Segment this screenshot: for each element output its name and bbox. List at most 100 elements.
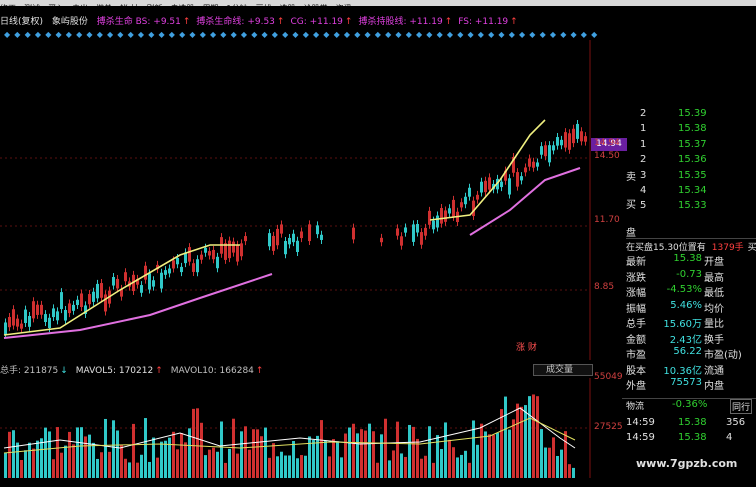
order-side-label: 盘 (626, 228, 636, 239)
candle-body (56, 311, 59, 321)
volume-bar (464, 450, 467, 478)
candle-body (152, 280, 155, 287)
sector-pct: -0.36% (672, 399, 708, 410)
candle-body (80, 293, 83, 308)
stat-value: 10.36亿 (663, 365, 702, 377)
chart-area[interactable]: 日线(复权) 象屿股份 搏杀生命 BS: +9.51 ↑ 搏杀生命线: +9.53 ↑… (0, 6, 620, 487)
candle-body (196, 259, 199, 273)
order-book-price: 15.39 (678, 108, 707, 119)
candle-body (104, 294, 107, 312)
diamond-icon: ◆ (591, 30, 598, 39)
indicator-value: 搏杀持股线: +11.19 ↑ (358, 17, 452, 27)
volume-bar (348, 427, 351, 478)
candle-body (560, 139, 563, 146)
volume-bar (252, 429, 255, 478)
candle-body (100, 283, 103, 298)
volume-bar (240, 431, 243, 478)
diamond-icon: ◆ (24, 30, 31, 39)
candle-body (428, 210, 431, 225)
candle-body (212, 249, 215, 260)
diamond-icon: ◆ (498, 30, 505, 39)
stat-value: 2.43亿 (669, 334, 702, 346)
order-book-row: 5 15.33 (622, 200, 756, 214)
candle-body (500, 181, 503, 188)
volume-bar (132, 423, 135, 478)
volume-bar (236, 453, 239, 478)
diamond-icon: ◆ (271, 30, 278, 39)
candle-body (568, 133, 571, 150)
candle-body (508, 178, 511, 195)
price-axis-label: 11.70 (594, 215, 620, 225)
sector-row[interactable]: 物流 -0.36% 同行 (622, 398, 756, 414)
order-book-level: 2 (640, 154, 647, 166)
volume-bar (308, 436, 311, 478)
candle-body (572, 128, 575, 144)
up-arrow-icon: ↑ (276, 17, 285, 27)
volume-bar (284, 455, 287, 478)
volume-bar (24, 450, 27, 478)
candle-body (532, 161, 535, 168)
stat-value: 15.38 (673, 253, 702, 264)
volume-bar (288, 455, 291, 478)
volume-bar (560, 449, 563, 478)
volume-bar (396, 421, 399, 478)
diamond-icon: ◆ (477, 30, 484, 39)
volume-bar (164, 440, 167, 478)
tick-price: 15.38 (678, 417, 707, 428)
candle-body (584, 136, 587, 142)
candle-body (400, 236, 403, 246)
tick-price: 15.38 (678, 432, 707, 443)
diamond-icon: ◆ (323, 30, 330, 39)
diamond-icon: ◆ (333, 30, 340, 39)
ma10-line (3, 167, 581, 339)
sector-tag[interactable]: 同行 (730, 399, 753, 414)
candle-body (12, 309, 15, 326)
volume-bar (500, 409, 503, 478)
indicator-bar: 日线(复权) 象屿股份 搏杀生命 BS: +9.51 ↑ 搏杀生命线: +9.53 ↑… (0, 14, 620, 28)
diamond-icon: ◆ (580, 30, 587, 39)
volume-bar (456, 457, 459, 478)
order-book-level: 1 (640, 123, 647, 135)
candle-body (24, 309, 27, 324)
candle-body (536, 162, 539, 167)
diamond-icon: ◆ (457, 30, 464, 39)
volume-bar (408, 424, 411, 478)
volume-axis-label: 55049 (594, 372, 623, 382)
volume-bar (488, 434, 491, 478)
stat-value: 5.46% (670, 299, 702, 311)
volume-stat: 总手: 211875 (0, 366, 59, 376)
quote-stat-row: 涨幅 -4.53% 最低 (622, 284, 756, 299)
candle-body (240, 243, 243, 257)
stat-label: 换手 (704, 334, 724, 346)
position-tail: 买单! (747, 243, 756, 253)
volume-bar (400, 453, 403, 478)
candle-body (380, 237, 383, 243)
diamond-icon: ◆ (127, 30, 134, 39)
diamond-icon: ◆ (107, 30, 114, 39)
candle-body (236, 244, 239, 262)
quote-stat-row: 股本 10.36亿 流通 (622, 362, 756, 377)
volume-bar (316, 435, 319, 478)
stat-label: 最新 (626, 257, 646, 268)
volume-bar (312, 440, 315, 478)
volume-bar (20, 459, 23, 478)
candle-body (576, 123, 579, 139)
order-book-row: 1 15.38 (622, 123, 756, 137)
rise-fall-tag[interactable]: 涨 财 (516, 340, 537, 353)
volume-bar (300, 455, 303, 478)
position-value: 1379手 (711, 243, 744, 253)
candle-body (96, 283, 99, 299)
stat-label: 股本 (626, 365, 646, 377)
volume-indicator-select[interactable]: 成交量 (533, 364, 593, 376)
indicator-label: FS: +11.19 (458, 17, 509, 27)
volume-bar (244, 426, 247, 478)
volume-bar (124, 458, 127, 478)
volume-bar (112, 420, 115, 478)
candle-body (292, 233, 295, 243)
stat-value: 56.22 (673, 346, 702, 357)
diamond-icon: ◆ (117, 30, 124, 39)
volume-bar (524, 405, 527, 478)
candle-body (524, 167, 527, 173)
volume-bar (100, 452, 103, 478)
stat-value: 15.60万 (663, 319, 702, 330)
